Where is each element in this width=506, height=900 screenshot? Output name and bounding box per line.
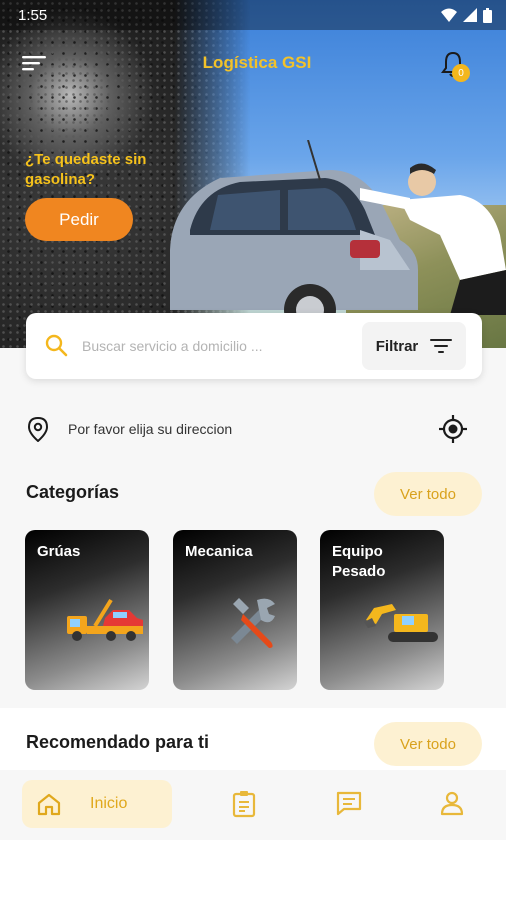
wifi-icon bbox=[441, 8, 457, 22]
category-card-mecanica[interactable]: Mecanica bbox=[173, 530, 297, 690]
status-icons bbox=[441, 7, 492, 23]
nav-item-profile[interactable] bbox=[439, 790, 469, 820]
filter-icon bbox=[430, 339, 453, 353]
app-title: Logística GSI bbox=[202, 53, 312, 72]
nav-item-messages[interactable] bbox=[335, 790, 365, 820]
category-label: Grúas bbox=[37, 543, 81, 560]
status-time: 1:55 bbox=[18, 6, 48, 24]
signal-icon bbox=[463, 8, 477, 22]
tools-icon bbox=[231, 598, 275, 648]
clipboard-icon bbox=[232, 791, 256, 818]
nav-home-label: Inicio bbox=[90, 795, 128, 812]
filter-label: Filtrar bbox=[375, 337, 419, 355]
categories-title: Categorías bbox=[26, 482, 120, 502]
address-text: Por favor elija su direccion bbox=[68, 421, 233, 437]
bottom-navigation: Inicio bbox=[0, 770, 506, 840]
battery-icon bbox=[483, 7, 492, 23]
category-card-gruas[interactable]: Grúas bbox=[25, 530, 149, 690]
nav-item-orders[interactable] bbox=[231, 790, 261, 820]
car-illustration bbox=[170, 140, 506, 315]
notifications-button[interactable]: 0 bbox=[440, 50, 474, 84]
category-label: Equipo Pesado bbox=[332, 543, 386, 580]
search-card: Filtrar bbox=[26, 313, 482, 379]
search-input[interactable] bbox=[82, 333, 312, 359]
profile-icon bbox=[440, 791, 464, 816]
categories-see-all-button[interactable]: Ver todo bbox=[374, 472, 482, 516]
nav-item-home[interactable]: Inicio bbox=[22, 780, 172, 828]
filter-button[interactable]: Filtrar bbox=[362, 322, 466, 370]
order-button[interactable]: Pedir bbox=[25, 198, 133, 241]
system-navigation-bar bbox=[0, 840, 506, 900]
crosshair-icon bbox=[439, 415, 467, 443]
recommended-see-all-button[interactable]: Ver todo bbox=[374, 722, 482, 766]
status-bar: 1:55 bbox=[0, 0, 506, 30]
recommended-title: Recomendado para ti bbox=[26, 732, 210, 752]
category-label: Mecanica bbox=[185, 543, 253, 560]
search-icon bbox=[45, 334, 68, 357]
home-icon bbox=[37, 793, 61, 816]
location-pin-icon bbox=[27, 416, 49, 442]
promo-text: ¿Te quedaste sin gasolina? bbox=[25, 151, 147, 188]
category-card-equipo-pesado[interactable]: Equipo Pesado bbox=[320, 530, 444, 690]
address-selector[interactable]: Por favor elija su direccion bbox=[26, 414, 470, 444]
current-location-button[interactable] bbox=[438, 414, 468, 444]
chat-icon bbox=[336, 791, 362, 816]
notification-badge: 0 bbox=[452, 64, 470, 82]
excavator-icon bbox=[364, 604, 438, 642]
tow-truck-icon bbox=[67, 598, 143, 641]
